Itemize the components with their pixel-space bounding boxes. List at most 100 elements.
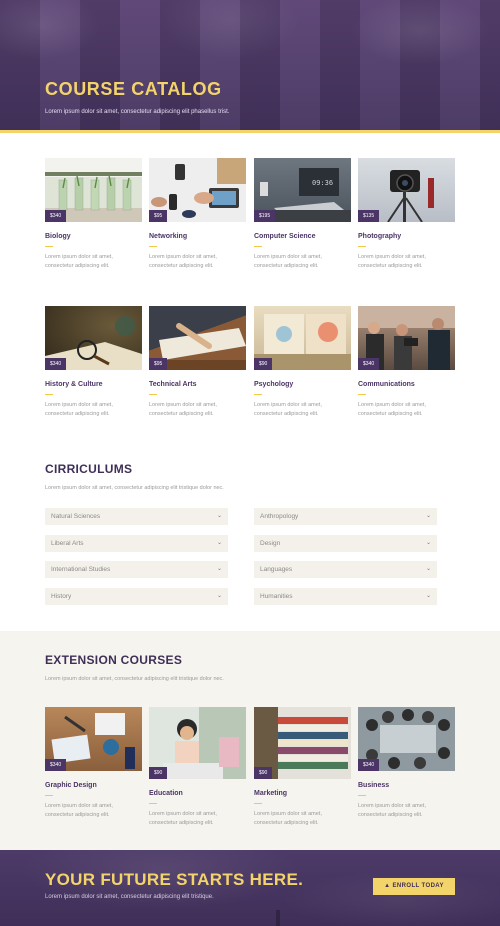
title-divider (358, 394, 366, 395)
curriculum-dropdown-history[interactable]: History ⌄ (45, 588, 228, 605)
course-image-networking[interactable]: $95 (149, 158, 246, 222)
extension-card-business[interactable]: $340 Business Lorem ipsum dolor sit amet… (358, 707, 455, 819)
chevron-down-icon: ⌄ (425, 593, 431, 599)
price-badge: $90 (254, 358, 273, 370)
course-title[interactable]: History & Culture (45, 381, 142, 388)
extension-card-education[interactable]: $90 Education Lorem ipsum dolor sit amet… (149, 707, 246, 827)
title-divider (254, 803, 262, 804)
course-card-technical-arts[interactable]: $95 Technical Arts Lorem ipsum dolor sit… (149, 306, 246, 418)
price-badge: $340 (358, 759, 380, 771)
course-description: Lorem ipsum dolor sit amet, consectetur a… (358, 402, 426, 417)
curriculums-subtitle: Lorem ipsum dolor sit amet, consectetur … (45, 485, 224, 491)
curriculums-title: CIRRICULUMS (45, 462, 133, 476)
curriculum-dropdown-design[interactable]: Design ⌄ (254, 535, 437, 552)
title-divider (45, 795, 53, 796)
price-badge: $135 (358, 210, 380, 222)
course-description: Lorem ipsum dolor sit amet, consectetur a… (254, 254, 322, 269)
course-description: Lorem ipsum dolor sit amet, consectetur a… (149, 811, 217, 826)
course-title[interactable]: Psychology (254, 381, 351, 388)
course-card-history[interactable]: $340 History & Culture Lorem ipsum dolor… (45, 306, 142, 418)
course-title[interactable]: Technical Arts (149, 381, 246, 388)
chevron-down-icon: ⌄ (425, 566, 431, 572)
enroll-button-label: ENROLL TODAY (392, 883, 444, 889)
course-card-photography[interactable]: $135 Photography Lorem ipsum dolor sit a… (358, 158, 455, 270)
course-description: Lorem ipsum dolor sit amet, consectetur a… (45, 803, 113, 818)
course-image-photography[interactable]: $135 (358, 158, 455, 222)
course-image-marketing[interactable]: $90 (254, 707, 351, 779)
price-badge: $95 (149, 358, 168, 370)
chevron-down-icon: ⌄ (216, 513, 222, 519)
course-description: Lorem ipsum dolor sit amet, consectetur a… (254, 402, 322, 417)
curriculum-dropdown-liberal-arts[interactable]: Liberal Arts ⌄ (45, 535, 228, 552)
course-image-psychology[interactable]: $90 (254, 306, 351, 370)
title-divider (254, 394, 262, 395)
course-title[interactable]: Communications (358, 381, 455, 388)
price-badge: $340 (358, 358, 380, 370)
title-divider (358, 246, 366, 247)
course-card-biology[interactable]: $340 Biology Lorem ipsum dolor sit amet,… (45, 158, 142, 270)
course-card-communications[interactable]: $340 Communications Lorem ipsum dolor si… (358, 306, 455, 418)
title-divider (149, 394, 157, 395)
course-title[interactable]: Graphic Design (45, 782, 142, 789)
course-description: Lorem ipsum dolor sit amet, consectetur a… (358, 803, 426, 818)
course-title[interactable]: Photography (358, 233, 455, 240)
title-divider (358, 795, 366, 796)
course-title[interactable]: Education (149, 790, 246, 797)
extension-subtitle: Lorem ipsum dolor sit amet, consectetur … (45, 676, 224, 682)
price-badge: $90 (254, 767, 273, 779)
cta-subtitle: Lorem ipsum dolor sit amet, consectetur … (45, 894, 214, 900)
course-title[interactable]: Biology (45, 233, 142, 240)
price-badge: $340 (45, 210, 67, 222)
course-card-networking[interactable]: $95 Networking Lorem ipsum dolor sit ame… (149, 158, 246, 270)
curriculum-dropdown-languages[interactable]: Languages ⌄ (254, 561, 437, 578)
course-description: Lorem ipsum dolor sit amet, consectetur a… (149, 402, 217, 417)
curriculum-dropdown-international-studies[interactable]: International Studies ⌄ (45, 561, 228, 578)
price-badge: $90 (149, 767, 168, 779)
course-title[interactable]: Marketing (254, 790, 351, 797)
decorative-spire (276, 910, 280, 926)
extension-title: EXTENSION COURSES (45, 653, 183, 667)
course-title[interactable]: Business (358, 782, 455, 789)
course-image-computer-science[interactable]: 09:36 $195 (254, 158, 351, 222)
chevron-down-icon: ⌄ (425, 540, 431, 546)
course-title[interactable]: Computer Science (254, 233, 351, 240)
price-badge: $95 (149, 210, 168, 222)
cta-banner: YOUR FUTURE STARTS HERE. Lorem ipsum dol… (0, 850, 500, 926)
course-card-computer-science[interactable]: 09:36 $195 Computer Science Lorem ipsum … (254, 158, 351, 270)
svg-text:09:36: 09:36 (312, 179, 333, 187)
course-image-biology[interactable]: $340 (45, 158, 142, 222)
course-description: Lorem ipsum dolor sit amet, consectetur a… (45, 254, 113, 269)
title-divider (254, 246, 262, 247)
curriculum-dropdown-anthropology[interactable]: Anthropology ⌄ (254, 508, 437, 525)
enroll-today-button[interactable]: ▲ ENROLL TODAY (373, 878, 455, 895)
extension-card-graphic-design[interactable]: $340 Graphic Design Lorem ipsum dolor si… (45, 707, 142, 819)
course-image-history[interactable]: $340 (45, 306, 142, 370)
course-image-business[interactable]: $340 (358, 707, 455, 771)
chevron-down-icon: ⌄ (216, 566, 222, 572)
course-image-technical-arts[interactable]: $95 (149, 306, 246, 370)
title-divider (45, 246, 53, 247)
curriculum-dropdown-natural-sciences[interactable]: Natural Sciences ⌄ (45, 508, 228, 525)
hero-subtitle: Lorem ipsum dolor sit amet, consectetur … (45, 109, 230, 115)
price-badge: $195 (254, 210, 276, 222)
hero-banner: COURSE CATALOG Lorem ipsum dolor sit ame… (0, 0, 500, 133)
title-divider (149, 803, 157, 804)
course-image-communications[interactable]: $340 (358, 306, 455, 370)
course-description: Lorem ipsum dolor sit amet, consectetur a… (45, 402, 113, 417)
course-description: Lorem ipsum dolor sit amet, consectetur a… (358, 254, 426, 269)
page-title: COURSE CATALOG (45, 79, 222, 99)
course-image-graphic-design[interactable]: $340 (45, 707, 142, 771)
chevron-down-icon: ⌄ (216, 593, 222, 599)
course-card-psychology[interactable]: $90 Psychology Lorem ipsum dolor sit ame… (254, 306, 351, 418)
course-image-education[interactable]: $90 (149, 707, 246, 779)
curriculum-dropdown-humanities[interactable]: Humanities ⌄ (254, 588, 437, 605)
cta-title: YOUR FUTURE STARTS HERE. (45, 870, 304, 889)
price-badge: $340 (45, 759, 67, 771)
course-title[interactable]: Networking (149, 233, 246, 240)
course-description: Lorem ipsum dolor sit amet, consectetur a… (149, 254, 217, 269)
price-badge: $340 (45, 358, 67, 370)
extension-card-marketing[interactable]: $90 Marketing Lorem ipsum dolor sit amet… (254, 707, 351, 827)
chevron-down-icon: ⌄ (425, 513, 431, 519)
title-divider (45, 394, 53, 395)
chevron-down-icon: ⌄ (216, 540, 222, 546)
